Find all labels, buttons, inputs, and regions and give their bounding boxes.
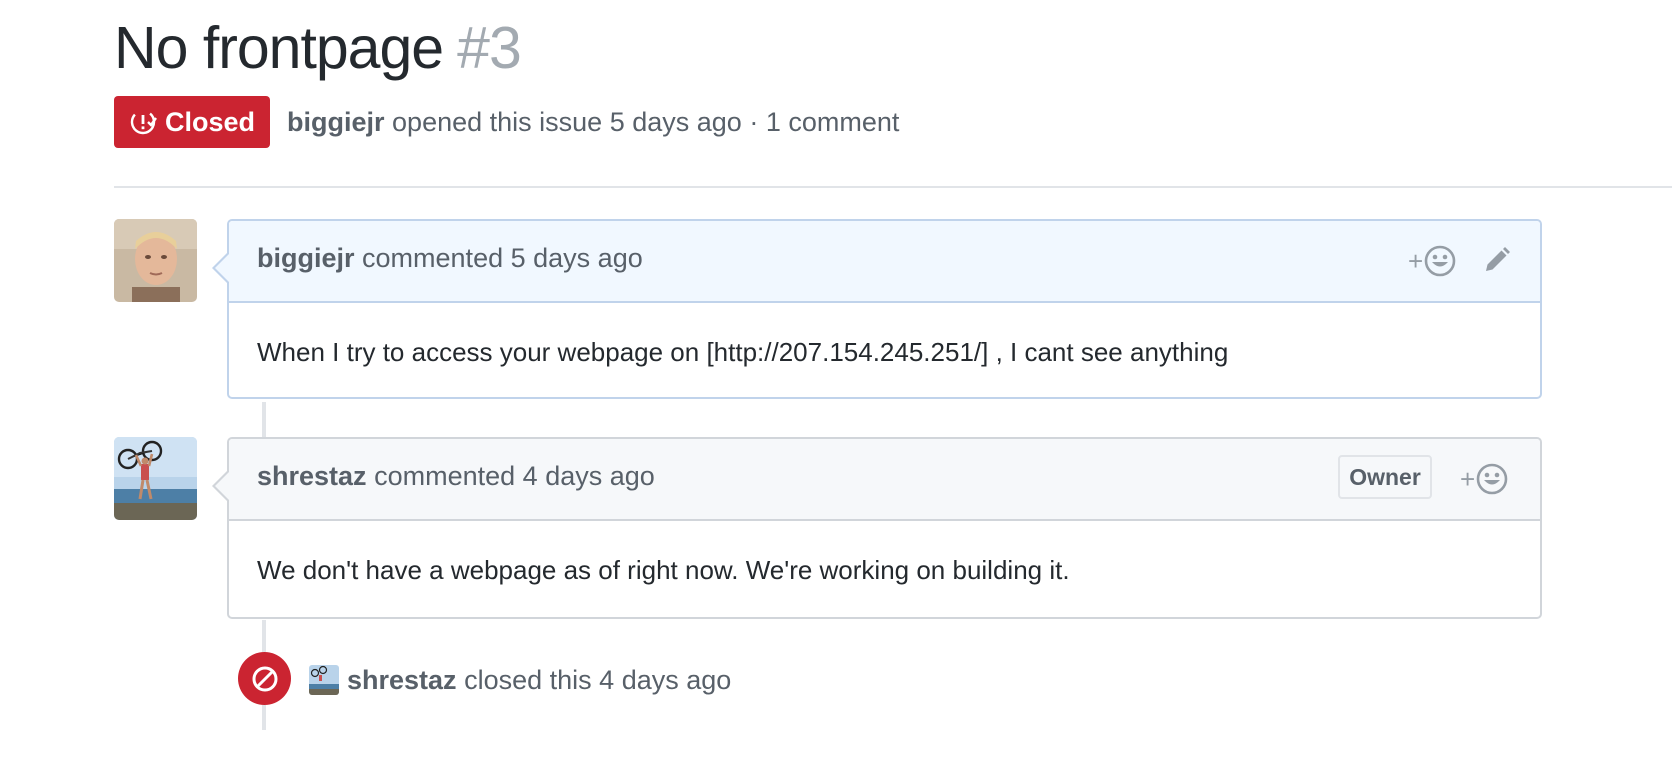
timeline-line [262,620,266,652]
reaction-plus: + [1460,464,1476,494]
timeline-line [262,402,266,438]
avatar-photo-icon [309,665,339,695]
add-reaction-button[interactable]: + [1408,245,1460,277]
comment-time[interactable]: 4 days ago [523,461,655,491]
header-divider [114,186,1672,188]
issue-closed-icon [130,109,157,135]
issue-title-text: No frontpage [114,15,444,81]
comment-action: commented [374,461,516,491]
issue-title: No frontpage #3 [114,14,522,82]
event-actor-avatar[interactable] [309,665,339,695]
event-time[interactable]: 4 days ago [599,665,731,695]
smiley-icon [1476,463,1508,495]
comment-body: When I try to access your webpage on [ht… [257,337,1229,367]
timeline-line [262,705,266,730]
comment-header: biggiejr commented 5 days ago + [229,221,1540,303]
circle-slash-icon [252,666,277,691]
add-reaction-button[interactable]: + [1460,463,1512,495]
avatar-shrestaz[interactable] [114,437,197,520]
reaction-plus: + [1408,246,1424,276]
meta-separator: · [749,107,759,137]
issue-author-link[interactable]: biggiejr [287,107,385,137]
comment-box: shrestaz commented 4 days ago Owner + We… [212,437,1542,619]
issue-state-label: Closed [164,106,256,137]
comment-body: We don't have a webpage as of right now.… [257,555,1070,585]
issue-number: #3 [457,15,522,81]
avatar-biggiejr[interactable] [114,219,197,302]
issue-opened-text: opened this issue [392,107,603,137]
issue-meta: biggiejr opened this issue 5 days ago · … [287,104,899,140]
comment-meta: shrestaz commented 4 days ago [257,461,655,492]
comment-arrow [215,254,229,282]
comment-author-link[interactable]: biggiejr [257,243,355,273]
smiley-icon [1424,245,1456,277]
event-actor-link[interactable]: shrestaz [347,665,457,695]
closed-event: shrestaz closed this 4 days ago [347,662,731,698]
closed-event-badge [238,652,291,705]
comment-action: commented [362,243,504,273]
issue-opened-time[interactable]: 5 days ago [610,107,742,137]
issue-comment-count: 1 comment [765,107,900,137]
owner-badge: Owner [1338,455,1432,499]
pencil-icon [1486,247,1510,271]
edit-comment-button[interactable] [1482,245,1514,277]
comment-box: biggiejr commented 5 days ago + When I t… [212,219,1542,399]
comment-author-link[interactable]: shrestaz [257,461,367,491]
comment-meta: biggiejr commented 5 days ago [257,243,643,274]
comment-arrow [215,472,229,500]
comment-time[interactable]: 5 days ago [511,243,643,273]
event-action: closed this [464,665,592,695]
issue-state-badge: Closed [114,96,270,148]
avatar-photo-icon [114,437,197,520]
avatar-photo-icon [114,219,197,302]
comment-header: shrestaz commented 4 days ago Owner + [229,439,1540,521]
